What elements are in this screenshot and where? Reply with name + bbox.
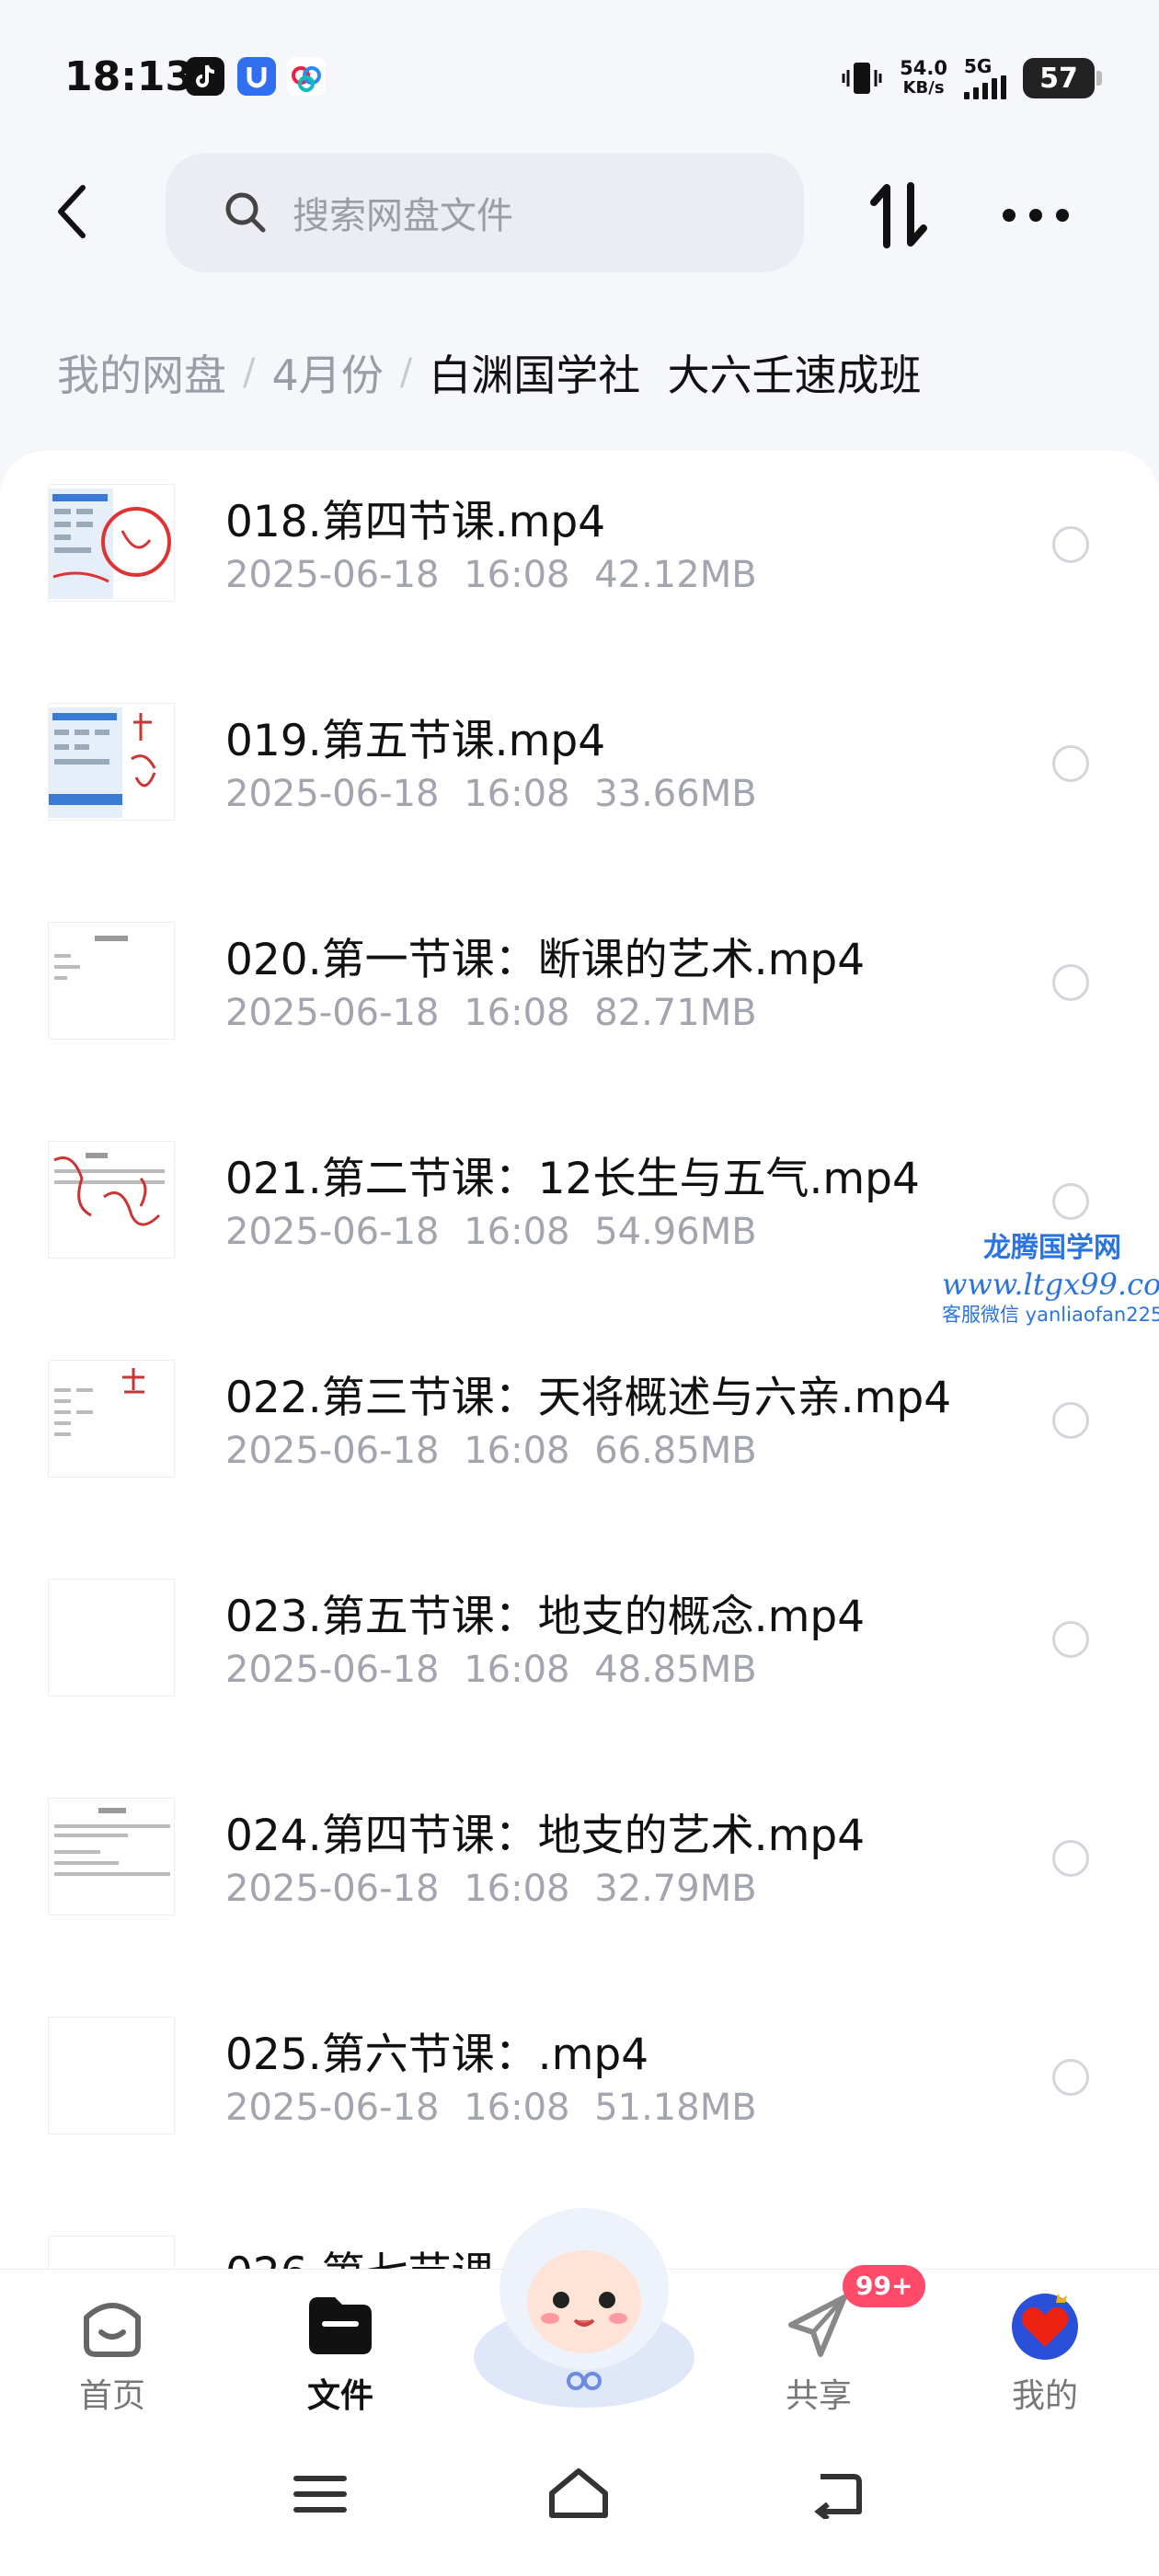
file-name: 024.第四节课：地支的艺术.mp4 bbox=[225, 1811, 866, 1861]
status-indicators: 54.0 KB/s 5G 57 bbox=[841, 46, 1102, 110]
file-name: 019.第五节课.mp4 bbox=[225, 716, 606, 766]
video-thumbnail bbox=[48, 2236, 175, 2272]
signal-bars-icon bbox=[964, 75, 1006, 99]
select-checkbox[interactable] bbox=[1052, 2059, 1089, 2096]
chevron-left-icon bbox=[58, 185, 86, 238]
menu-button[interactable] bbox=[293, 2471, 348, 2521]
file-row[interactable]: 018.第四节课.mp4 2025-06-18 16:08 42.12MB bbox=[0, 451, 1159, 670]
breadcrumb-separator: / bbox=[399, 351, 413, 394]
file-name: 026.第七节课 bbox=[225, 2237, 495, 2272]
file-row[interactable]: 023.第五节课：地支的概念.mp4 2025-06-18 16:08 48.8… bbox=[0, 1546, 1159, 1765]
select-checkbox[interactable] bbox=[1052, 1621, 1089, 1658]
search-placeholder: 搜索网盘文件 bbox=[293, 195, 513, 237]
file-meta: 2025-06-18 16:08 54.96MB bbox=[225, 1211, 757, 1253]
file-name: 022.第三节课：天将概述与六亲.mp4 bbox=[225, 1373, 952, 1423]
video-thumbnail bbox=[48, 1798, 175, 1915]
file-meta: 2025-06-18 16:08 33.66MB bbox=[225, 773, 757, 815]
status-bar: 18:13 54.0 KB/s 5G 57 bbox=[0, 0, 1159, 147]
video-thumbnail bbox=[48, 1360, 175, 1478]
share-badge: 99+ bbox=[843, 2265, 926, 2307]
video-thumbnail bbox=[48, 703, 175, 821]
home-outline-icon bbox=[549, 2468, 608, 2518]
back-button[interactable] bbox=[46, 175, 110, 248]
file-meta: 2025-06-18 16:08 48.85MB bbox=[225, 1649, 757, 1691]
home-icon bbox=[74, 2288, 151, 2362]
breadcrumb: 我的网盘 / 4月份 / 白渊国学社 大六壬速成班 bbox=[57, 342, 922, 403]
paper-plane-icon bbox=[780, 2288, 857, 2362]
nav-mine[interactable]: 我的 bbox=[971, 2288, 1119, 2417]
video-thumbnail bbox=[48, 1579, 175, 1696]
file-meta: 2025-06-18 16:08 32.79MB bbox=[225, 1868, 757, 1910]
folder-icon bbox=[302, 2288, 379, 2362]
sort-icon bbox=[870, 182, 927, 248]
file-name: 025.第六节课：.mp4 bbox=[225, 2030, 649, 2080]
select-checkbox[interactable] bbox=[1052, 1402, 1089, 1439]
more-dot bbox=[1003, 209, 1016, 222]
file-list: 018.第四节课.mp4 2025-06-18 16:08 42.12MB 01… bbox=[0, 451, 1159, 2272]
breadcrumb-root[interactable]: 我的网盘 bbox=[57, 342, 226, 403]
search-bar[interactable]: 搜索网盘文件 bbox=[166, 153, 804, 272]
back-nav-button[interactable] bbox=[809, 2469, 865, 2523]
assistant-mascot-button[interactable] bbox=[460, 2201, 708, 2421]
video-thumbnail bbox=[48, 2017, 175, 2134]
more-dot bbox=[1029, 209, 1042, 222]
vibrate-icon bbox=[842, 63, 882, 94]
file-name: 018.第四节课.mp4 bbox=[225, 497, 606, 547]
unknown-u-icon bbox=[237, 57, 276, 96]
sort-button[interactable] bbox=[866, 180, 933, 250]
breadcrumb-folder[interactable]: 4月份 bbox=[271, 342, 383, 403]
baidu-netdisk-icon bbox=[287, 57, 326, 96]
select-checkbox[interactable] bbox=[1052, 526, 1089, 563]
more-button[interactable] bbox=[1003, 202, 1069, 228]
battery-indicator: 57 bbox=[1023, 58, 1102, 98]
file-row[interactable]: 024.第四节课：地支的艺术.mp4 2025-06-18 16:08 32.7… bbox=[0, 1765, 1159, 1984]
avatar-heart-icon bbox=[1006, 2288, 1084, 2362]
home-button[interactable] bbox=[546, 2466, 611, 2524]
file-name: 021.第二节课：12长生与五气.mp4 bbox=[225, 1154, 920, 1204]
file-row[interactable]: 019.第五节课.mp4 2025-06-18 16:08 33.66MB bbox=[0, 670, 1159, 889]
net-speed: 54.0 KB/s bbox=[900, 57, 947, 98]
file-row[interactable]: 022.第三节课：天将概述与六亲.mp4 2025-06-18 16:08 66… bbox=[0, 1327, 1159, 1546]
top-bar: 搜索网盘文件 bbox=[0, 147, 1159, 276]
file-name: 020.第一节课：断课的艺术.mp4 bbox=[225, 935, 866, 985]
nav-files[interactable]: 文件 bbox=[267, 2288, 414, 2417]
video-thumbnail bbox=[48, 1141, 175, 1259]
file-name: 023.第五节课：地支的概念.mp4 bbox=[225, 1592, 866, 1642]
file-meta: 2025-06-18 16:08 51.18MB bbox=[225, 2087, 757, 2129]
watermark: 龙腾国学网 www.ltgx99.com 客服微信 yanliaofan225 bbox=[942, 1232, 1159, 1326]
file-row[interactable]: 025.第六节课：.mp4 2025-06-18 16:08 51.18MB bbox=[0, 1984, 1159, 2202]
select-checkbox[interactable] bbox=[1052, 1183, 1089, 1220]
breadcrumb-separator: / bbox=[243, 351, 256, 394]
search-icon bbox=[225, 192, 266, 233]
nav-share[interactable]: 共享 bbox=[745, 2288, 892, 2417]
more-dot bbox=[1056, 209, 1069, 222]
back-arrow-icon bbox=[814, 2474, 862, 2522]
system-nav-bar bbox=[0, 2434, 1159, 2576]
select-checkbox[interactable] bbox=[1052, 964, 1089, 1001]
file-meta: 2025-06-18 16:08 42.12MB bbox=[225, 554, 757, 596]
video-thumbnail bbox=[48, 922, 175, 1040]
tiktok-icon bbox=[186, 57, 224, 96]
signal-indicator: 5G bbox=[964, 57, 1006, 99]
nav-home[interactable]: 首页 bbox=[39, 2288, 186, 2417]
status-time: 18:13 bbox=[64, 53, 194, 100]
file-meta: 2025-06-18 16:08 82.71MB bbox=[225, 992, 757, 1034]
file-row[interactable]: 020.第一节课：断课的艺术.mp4 2025-06-18 16:08 82.7… bbox=[0, 889, 1159, 1108]
breadcrumb-current: 白渊国学社 大六壬速成班 bbox=[429, 351, 922, 400]
file-meta: 2025-06-18 16:08 66.85MB bbox=[225, 1430, 757, 1472]
video-thumbnail bbox=[48, 484, 175, 602]
select-checkbox[interactable] bbox=[1052, 745, 1089, 782]
menu-icon bbox=[293, 2476, 347, 2513]
select-checkbox[interactable] bbox=[1052, 1840, 1089, 1877]
